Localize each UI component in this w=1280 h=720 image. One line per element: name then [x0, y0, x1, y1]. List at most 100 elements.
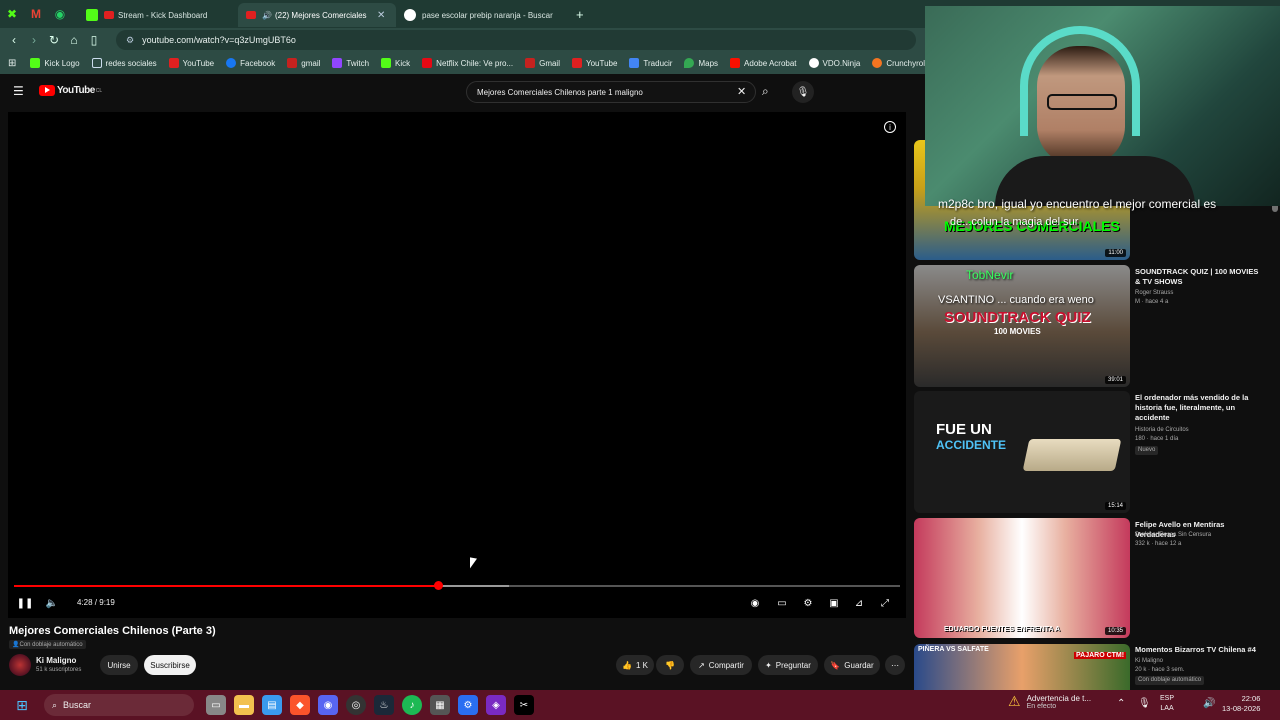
windows-start-icon[interactable]: ⊞ — [12, 695, 32, 715]
brave-icon[interactable]: ◆ — [290, 695, 310, 715]
menu-icon[interactable]: ☰ — [13, 84, 24, 98]
join-button[interactable]: Unirse — [100, 655, 138, 675]
info-icon[interactable]: i — [884, 121, 896, 133]
avatar[interactable] — [9, 654, 31, 676]
pause-button[interactable]: ❚❚ — [17, 596, 34, 610]
file-explorer-icon[interactable]: ▬ — [234, 695, 254, 715]
autoplay-toggle[interactable]: ◉ — [747, 596, 763, 610]
kick-extension-icon[interactable]: ✖ — [0, 2, 24, 26]
bookmark-item[interactable]: VDO.Ninja — [808, 58, 860, 68]
bookmark-item[interactable]: Kick Logo — [30, 58, 80, 68]
recommendation-meta: 332 k · hace 12 a — [1135, 541, 1182, 547]
taskbar-search[interactable]: ⌕ Buscar — [44, 694, 194, 716]
tab-google-search[interactable]: pase escolar prebip naranja - Buscar — [396, 3, 568, 27]
thumbnail-title: PIÑERA VS SALFATE — [918, 646, 989, 653]
bookmark-item[interactable]: Crunchyroll — [872, 58, 927, 68]
steam-icon[interactable]: ♨ — [374, 695, 394, 715]
video-thumbnail[interactable]: EDUARDO FUENTES ENFRENTA A 10:35 — [914, 518, 1130, 638]
youtube-icon — [571, 58, 582, 68]
chat-message: m2p8c bro, igual yo encuentro el mejor c… — [938, 197, 1217, 211]
apps-icon[interactable]: ⊞ — [8, 58, 16, 69]
bookmark-item[interactable]: Traducir — [629, 58, 672, 68]
gmail-icon — [287, 58, 298, 68]
subtitles-icon[interactable]: ▭ — [774, 596, 790, 610]
bookmark-item[interactable]: YouTube — [571, 58, 617, 68]
list-item[interactable]: EDUARDO FUENTES ENFRENTA A 10:35 Felipe … — [914, 518, 1274, 642]
share-button[interactable]: ↗ Compartir — [690, 655, 752, 675]
twitch-icon — [332, 58, 343, 68]
capcut-icon[interactable]: ✂ — [514, 695, 534, 715]
site-info-icon[interactable]: ⚙ — [126, 35, 134, 46]
ask-button[interactable]: ✦ Preguntar — [758, 655, 818, 675]
thumbnail-subtitle: PAJARO CTM! — [1074, 652, 1127, 659]
list-item[interactable]: PIÑERA VS SALFATE PAJARO CTM! Momentos B… — [914, 644, 1274, 690]
list-item[interactable]: FUE UN ACCIDENTE 15:14 El ordenador más … — [914, 391, 1274, 515]
recommendation-title[interactable]: El ordenador más vendido de la historia … — [1135, 393, 1263, 423]
gmail-icon[interactable]: M — [24, 2, 48, 26]
app-icon[interactable]: ▦ — [430, 695, 450, 715]
progress-scrubber[interactable] — [434, 581, 443, 590]
video-player[interactable] — [8, 112, 906, 618]
like-button[interactable]: 👍 1 K — [616, 655, 654, 675]
bookmark-item[interactable]: Twitch — [332, 58, 369, 68]
bookmark-item[interactable]: Kick — [381, 58, 410, 68]
language-indicator[interactable]: ESP LAA — [1160, 694, 1174, 714]
more-actions-button[interactable]: ⋯ — [885, 655, 905, 675]
discord-icon[interactable]: ◉ — [318, 695, 338, 715]
home-icon[interactable]: ⌂ — [64, 33, 84, 47]
volume-icon[interactable]: 🔊 — [1203, 698, 1215, 709]
bookmark-item[interactable]: gmail — [287, 58, 320, 68]
video-thumbnail[interactable]: FUE UN ACCIDENTE 15:14 — [914, 391, 1130, 513]
bookmark-item[interactable]: Netflix Chile: Ve pro... — [422, 58, 513, 68]
video-thumbnail[interactable]: SOUNDTRACK QUIZ 100 MOVIES 39:01 — [914, 265, 1130, 387]
tab-label: pase escolar prebip naranja - Buscar — [422, 10, 553, 20]
tab-kick-dashboard[interactable]: Stream - Kick Dashboard — [78, 3, 238, 27]
forward-icon[interactable]: › — [24, 33, 44, 47]
back-icon[interactable]: ‹ — [4, 33, 24, 47]
spotify-icon[interactable]: ♪ — [402, 695, 422, 715]
miniplayer-icon[interactable]: ▣ — [826, 596, 842, 610]
microphone-icon[interactable]: 🎙 — [792, 81, 814, 103]
video-thumbnail[interactable]: PIÑERA VS SALFATE PAJARO CTM! — [914, 644, 1130, 690]
obs-icon[interactable]: ◎ — [346, 695, 366, 715]
tab-youtube-video[interactable]: 🔊 (22) Mejores Comerciales Chil ✕ — [238, 3, 396, 27]
address-bar[interactable]: ⚙ youtube.com/watch?v=q3zUmgUBT6o — [116, 30, 916, 50]
cast-icon[interactable]: ⊿ — [851, 596, 867, 610]
bookmark-item[interactable]: Maps — [684, 58, 718, 68]
channel-name[interactable]: Ki Maligno — [36, 656, 76, 665]
dislike-button[interactable]: 👎 — [656, 655, 684, 675]
volume-icon[interactable]: 🔈 — [44, 596, 60, 610]
youtube-favicon-icon — [246, 11, 256, 19]
google-favicon-icon — [404, 9, 416, 21]
app-icon[interactable]: ◈ — [486, 695, 506, 715]
warning-notification[interactable]: ⚠ Advertencia de t... En efecto — [1008, 693, 1091, 710]
task-view-icon[interactable]: ▭ — [206, 695, 226, 715]
bookmark-item[interactable]: Gmail — [525, 58, 560, 68]
chevron-up-icon[interactable]: ⌃ — [1117, 698, 1125, 709]
app-icon[interactable]: ⚙ — [458, 695, 478, 715]
subscribe-button[interactable]: Suscribirse — [144, 655, 196, 675]
fullscreen-icon[interactable]: ⤢ — [877, 596, 893, 610]
store-icon[interactable]: ▤ — [262, 695, 282, 715]
recommendation-title[interactable]: Momentos Bizarros TV Chilena #4 — [1135, 645, 1263, 655]
reload-icon[interactable]: ↻ — [44, 33, 64, 47]
youtube-logo[interactable]: YouTube CL — [39, 85, 102, 96]
save-button[interactable]: 🔖 Guardar — [824, 655, 880, 675]
bookmark-item[interactable]: redes sociales — [91, 58, 157, 68]
clear-search-icon[interactable]: ✕ — [737, 85, 746, 98]
close-tab-icon[interactable]: ✕ — [377, 10, 385, 21]
microphone-icon[interactable]: 🎙 — [1138, 698, 1151, 709]
share-icon: ↗ — [698, 660, 705, 670]
new-tab-button[interactable]: + — [576, 7, 584, 22]
search-input[interactable]: Mejores Comerciales Chilenos parte 1 mal… — [466, 81, 756, 103]
clock[interactable]: 22:06 13-08-2026 — [1222, 694, 1260, 714]
bookmark-item[interactable]: YouTube — [168, 58, 214, 68]
bookmark-item[interactable]: Adobe Acrobat — [730, 58, 797, 68]
recommendation-title[interactable]: SOUNDTRACK QUIZ | 100 MOVIES & TV SHOWS — [1135, 267, 1263, 287]
list-item[interactable]: SOUNDTRACK QUIZ 100 MOVIES 39:01 SOUNDTR… — [914, 265, 1274, 389]
bookmark-icon[interactable]: ▯ — [84, 33, 104, 47]
settings-icon[interactable]: ⚙ — [800, 596, 816, 610]
whatsapp-icon[interactable]: ◉ — [48, 2, 72, 26]
bookmark-item[interactable]: Facebook — [226, 58, 275, 68]
search-icon[interactable]: ⌕ — [762, 84, 769, 99]
